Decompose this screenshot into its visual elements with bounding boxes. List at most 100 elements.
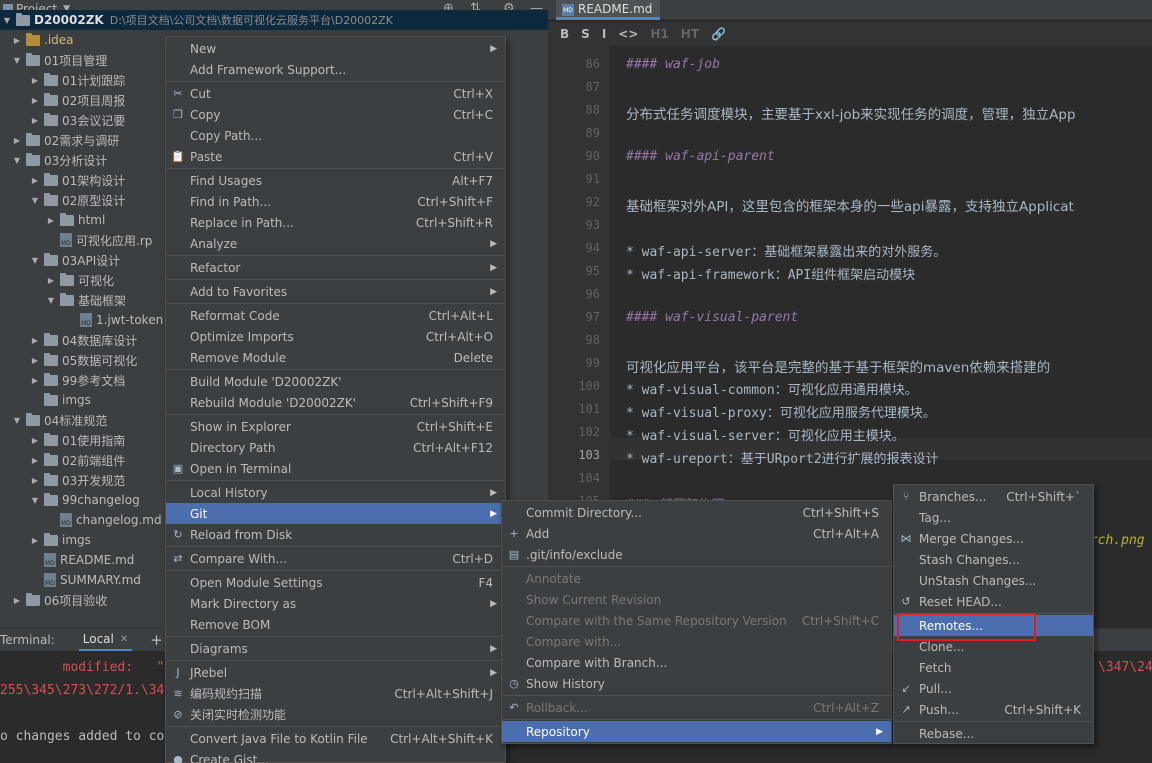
menu-item-rebuild-module-d20002zk[interactable]: Rebuild Module 'D20002ZK' Ctrl+Shift+F9 [166, 392, 505, 413]
menu-item-rebase[interactable]: Rebase... [894, 723, 1093, 744]
chevron-right-icon[interactable]: ▶ [30, 456, 40, 465]
chevron-down-icon[interactable]: ▼ [2, 16, 12, 25]
strikethrough-button[interactable]: S [581, 27, 590, 41]
chevron-right-icon[interactable]: ▶ [30, 176, 40, 185]
menu-item-label: JRebel [190, 665, 228, 680]
chevron-down-icon[interactable]: ▼ [30, 256, 40, 265]
menu-item-stash-changes[interactable]: Stash Changes... [894, 549, 1093, 570]
menu-item-open-in-terminal[interactable]: ▣ Open in Terminal [166, 458, 505, 479]
chevron-right-icon[interactable]: ▶ [46, 276, 56, 285]
menu-shortcut: Ctrl+Shift+F9 [409, 395, 493, 410]
menu-item-reload-from-disk[interactable]: ↻ Reload from Disk [166, 524, 505, 545]
menu-item-pull[interactable]: ↙ Pull... [894, 678, 1093, 699]
menu-item-compare-with[interactable]: ⇄ Compare With... Ctrl+D [166, 548, 505, 569]
link-button[interactable]: 🔗 [711, 27, 726, 41]
menu-item-fetch[interactable]: Fetch [894, 657, 1093, 678]
menu-item-new[interactable]: New ▶ [166, 38, 505, 59]
menu-item-copy[interactable]: ❐ Copy Ctrl+C [166, 104, 505, 125]
menu-item-build-module-d20002zk[interactable]: Build Module 'D20002ZK' [166, 371, 505, 392]
menu-item-find-usages[interactable]: Find Usages Alt+F7 [166, 170, 505, 191]
menu-item-remove-bom[interactable]: Remove BOM [166, 614, 505, 635]
markdown-toolbar: B S I <> H1 HT 🔗 [548, 22, 1152, 46]
menu-item-refactor[interactable]: Refactor ▶ [166, 257, 505, 278]
chevron-down-icon[interactable]: ▼ [12, 56, 22, 65]
menu-item-merge-changes[interactable]: ⋈ Merge Changes... [894, 528, 1093, 549]
chevron-right-icon[interactable]: ▶ [30, 116, 40, 125]
chevron-right-icon[interactable]: ▶ [30, 336, 40, 345]
chevron-right-icon[interactable]: ▶ [30, 476, 40, 485]
line-number: 98 [585, 333, 600, 347]
chevron-down-icon[interactable]: ▼ [12, 416, 22, 425]
close-icon[interactable]: ✕ [120, 634, 128, 645]
chevron-down-icon[interactable]: ▼ [12, 156, 22, 165]
menu-item-repository[interactable]: Repository ▶ [502, 721, 891, 742]
menu-item-[interactable]: ≋ 编码规约扫描 Ctrl+Alt+Shift+J [166, 683, 505, 704]
chevron-right-icon[interactable]: ▶ [12, 36, 22, 45]
chevron-right-icon[interactable]: ▶ [30, 76, 40, 85]
menu-item-jrebel[interactable]: J JRebel ▶ [166, 662, 505, 683]
chevron-right-icon[interactable]: ▶ [12, 596, 22, 605]
menu-item-show-history[interactable]: ◷ Show History [502, 673, 891, 694]
bold-button[interactable]: B [560, 27, 569, 41]
menu-item-add[interactable]: + Add Ctrl+Alt+A [502, 523, 891, 544]
chevron-right-icon[interactable]: ▶ [30, 376, 40, 385]
menu-item-[interactable]: ⊘ 关闭实时检测功能 [166, 704, 505, 725]
tree-root[interactable]: ▼ D20002ZK D:\项目文档\公司文档\数据可视化云服务平台\D20002Z… [0, 10, 548, 30]
chevron-right-icon[interactable]: ▶ [30, 356, 40, 365]
submenu-arrow-icon: ▶ [490, 238, 497, 249]
menu-item-git-info-exclude[interactable]: ▤ .git/info/exclude [502, 544, 891, 565]
menu-item-branches[interactable]: ⑂ Branches... Ctrl+Shift+` [894, 486, 1093, 507]
menu-item-optimize-imports[interactable]: Optimize Imports Ctrl+Alt+O [166, 326, 505, 347]
push-icon: ↗ [901, 703, 911, 716]
menu-item-convert-java-file-to-kotlin-file[interactable]: Convert Java File to Kotlin File Ctrl+Alt… [166, 728, 505, 749]
menu-item-show-in-explorer[interactable]: Show in Explorer Ctrl+Shift+E [166, 416, 505, 437]
chevron-right-icon[interactable]: ▶ [30, 96, 40, 105]
tab-local[interactable]: Local ✕ [78, 629, 133, 651]
menu-item-rollback[interactable]: ↶ Rollback... Ctrl+Alt+Z [502, 697, 891, 718]
chevron-right-icon[interactable]: ▶ [30, 536, 40, 545]
heading-table-button[interactable]: HT [681, 27, 699, 41]
menu-shortcut: Ctrl+Shift+K [1004, 702, 1081, 717]
menu-item-remove-module[interactable]: Remove Module Delete [166, 347, 505, 368]
menu-item-show-current-revision[interactable]: Show Current Revision [502, 589, 891, 610]
chevron-right-icon[interactable]: ▶ [12, 136, 22, 145]
menu-item-open-module-settings[interactable]: Open Module Settings F4 [166, 572, 505, 593]
menu-item-diagrams[interactable]: Diagrams ▶ [166, 638, 505, 659]
menu-item-local-history[interactable]: Local History ▶ [166, 482, 505, 503]
menu-item-directory-path[interactable]: Directory Path Ctrl+Alt+F12 [166, 437, 505, 458]
menu-item-compare-with-the-same-repository-version[interactable]: Compare with the Same Repository Version… [502, 610, 891, 631]
italic-button[interactable]: I [602, 27, 606, 41]
menu-item-add-framework-support[interactable]: Add Framework Support... [166, 59, 505, 80]
menu-item-create-gist[interactable]: ● Create Gist... [166, 749, 505, 763]
menu-item-copy-path[interactable]: Copy Path... [166, 125, 505, 146]
chevron-down-icon[interactable]: ▼ [30, 496, 40, 505]
menu-item-mark-directory-as[interactable]: Mark Directory as ▶ [166, 593, 505, 614]
heading-button[interactable]: H1 [650, 27, 668, 41]
menu-item-paste[interactable]: 📋 Paste Ctrl+V [166, 146, 505, 167]
chevron-right-icon[interactable]: ▶ [46, 216, 56, 225]
menu-item-replace-in-path[interactable]: Replace in Path... Ctrl+Shift+R [166, 212, 505, 233]
tab-readme[interactable]: MD README.md [556, 0, 661, 20]
menu-item-label: Analyze [190, 236, 238, 251]
chevron-right-icon[interactable]: ▶ [30, 436, 40, 445]
line-number: 87 [585, 80, 600, 94]
menu-item-unstash-changes[interactable]: UnStash Changes... [894, 570, 1093, 591]
menu-item-push[interactable]: ↗ Push... Ctrl+Shift+K [894, 699, 1093, 720]
menu-item-reset-head[interactable]: ↺ Reset HEAD... [894, 591, 1093, 612]
chevron-down-icon[interactable]: ▼ [30, 196, 40, 205]
menu-item-add-to-favorites[interactable]: Add to Favorites ▶ [166, 281, 505, 302]
chevron-down-icon[interactable]: ▼ [46, 296, 56, 305]
folder-icon [60, 272, 74, 286]
menu-item-commit-directory[interactable]: Commit Directory... Ctrl+Shift+S [502, 502, 891, 523]
menu-item-git[interactable]: Git ▶ [166, 503, 505, 524]
menu-item-reformat-code[interactable]: Reformat Code Ctrl+Alt+L [166, 305, 505, 326]
code-button[interactable]: <> [618, 27, 638, 41]
menu-item-tag[interactable]: Tag... [894, 507, 1093, 528]
menu-item-find-in-path[interactable]: Find in Path... Ctrl+Shift+F [166, 191, 505, 212]
add-tab-icon[interactable]: + [150, 631, 163, 649]
menu-item-annotate[interactable]: Annotate [502, 568, 891, 589]
menu-item-compare-with-branch[interactable]: Compare with Branch... [502, 652, 891, 673]
menu-item-compare-with[interactable]: Compare with... [502, 631, 891, 652]
menu-item-cut[interactable]: ✂ Cut Ctrl+X [166, 83, 505, 104]
menu-item-analyze[interactable]: Analyze ▶ [166, 233, 505, 254]
